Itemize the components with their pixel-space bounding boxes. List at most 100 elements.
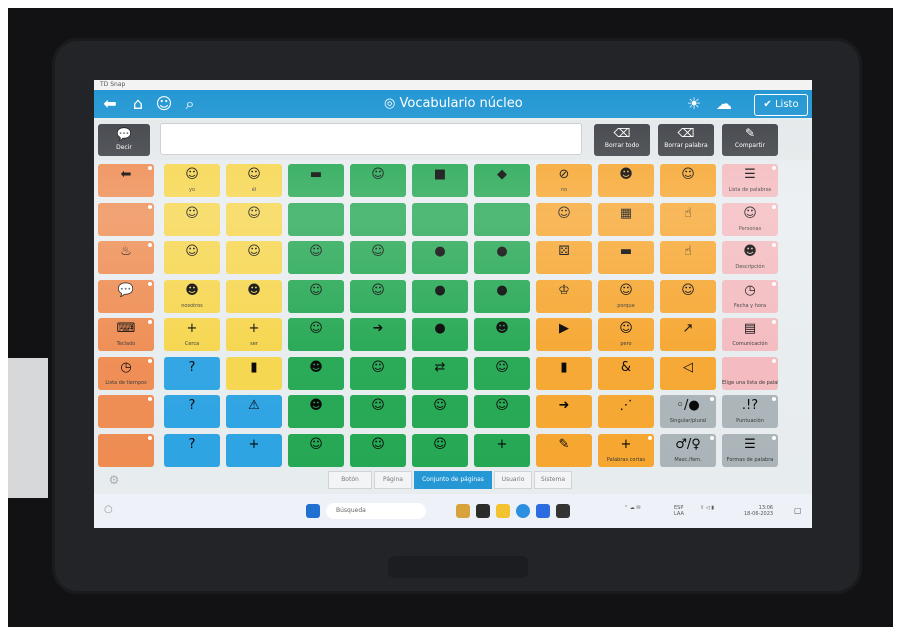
vocab-button[interactable]: ☺ él [226,164,282,197]
start-icon[interactable] [306,504,320,518]
vocab-button[interactable]: ● [474,241,530,274]
tab-2[interactable]: Conjunto de páginas [414,471,492,489]
vocab-button[interactable]: ● [412,241,468,274]
vocab-button[interactable]: Elige una lista de palabras [722,356,778,390]
tab-4[interactable]: Sistema [534,471,572,489]
vocab-button[interactable]: ➜ [350,318,406,351]
vocab-button[interactable]: ☰ Formas de palabra [722,433,778,467]
vocab-button[interactable]: ? [164,433,220,467]
vocab-button[interactable]: ➜ [536,395,592,428]
vocab-button[interactable]: ▮ [226,356,282,390]
search-icon[interactable]: ⌕ [180,94,200,114]
tab-0[interactable]: Botón [328,471,372,489]
vocab-button[interactable]: ☺ pero [598,318,654,351]
vocab-button[interactable]: ☺ [474,356,530,390]
vocab-button[interactable]: + Palabras cortas [598,433,654,467]
share-button[interactable]: ✎ Compartir [722,124,778,156]
vocab-button[interactable]: ● [412,318,468,351]
vocab-button[interactable]: ☺ [288,279,344,313]
clock[interactable]: 13:06 18-06-2023 [744,505,773,517]
vocab-button[interactable]: ☺ [288,241,344,274]
vocab-button[interactable]: ◆ [474,164,530,197]
vocab-button[interactable]: ☺ [660,164,716,197]
edge-icon[interactable] [516,504,530,518]
vocab-button[interactable]: .!? Puntuación [722,395,778,428]
vocab-button[interactable]: ☻ [288,356,344,390]
vocab-button[interactable]: ◷ Fecha y hora [722,279,778,313]
taskbar-search[interactable]: Búsqueda [326,503,426,519]
vocab-button[interactable]: & [598,356,654,390]
vocab-button[interactable]: ● [412,279,468,313]
vocab-button[interactable]: ☝ [660,202,716,236]
folder-icon[interactable] [496,504,510,518]
vocab-button[interactable]: ☺ [350,279,406,313]
vocab-button[interactable]: ◦/● Singular/plural [660,395,716,428]
photos-icon[interactable] [456,504,470,518]
vocab-button[interactable]: ⌨ Teclado [98,318,154,351]
vocab-button[interactable]: ☺ [536,202,592,236]
cloud-sync-icon[interactable]: ☁ [714,94,734,114]
vocab-button[interactable]: ☺ [412,395,468,428]
vocab-button[interactable]: ⚠ [226,395,282,428]
vocab-button[interactable] [98,395,154,428]
vocab-button[interactable]: ☰ Lista de palabras [722,164,778,197]
vocab-button[interactable]: ☺ [350,433,406,467]
store-icon[interactable] [536,504,550,518]
vocab-button[interactable]: ☻ Descripción [722,241,778,274]
vocab-button[interactable]: ☺ porque [598,279,654,313]
vocab-button[interactable]: ▤ Comunicación [722,318,778,351]
vocab-button[interactable]: ☺ [350,241,406,274]
vocab-button[interactable]: + [474,433,530,467]
vocab-button[interactable]: ▬ [288,164,344,197]
vocab-button[interactable] [98,433,154,467]
network-volume-battery[interactable]: ⇪ ◁ ▮ [700,505,714,511]
widgets-icon[interactable]: ○ [104,504,118,518]
delete-word-button[interactable]: ⌫ Borrar palabra [658,124,714,156]
vocab-button[interactable]: ☝ [660,241,716,274]
notifications-icon[interactable]: ▢ [794,506,802,515]
vocab-button[interactable]: ↗ [660,318,716,351]
vocab-button[interactable] [98,202,154,236]
vocab-button[interactable]: ☺ [350,395,406,428]
speak-button[interactable]: 💬 Decir [98,124,150,156]
vocab-button[interactable] [288,202,344,236]
td-snap-icon[interactable] [556,504,570,518]
vocab-button[interactable]: ◷ Lista de tiempos [98,356,154,390]
vocab-button[interactable]: ☻ [226,279,282,313]
vocab-button[interactable]: ☺ [412,433,468,467]
vocab-button[interactable]: ▮ [536,356,592,390]
vocab-button[interactable]: ☺ yo [164,164,220,197]
vocab-button[interactable]: + Cerca [164,318,220,351]
vocab-button[interactable]: ⋰ [598,395,654,428]
vocab-button[interactable] [474,202,530,236]
language-indicator[interactable]: ESP LAA [674,505,684,517]
vocab-button[interactable]: ☺ [164,241,220,274]
vocab-button[interactable]: ☺ [164,202,220,236]
vocab-button[interactable]: ☺ Personas [722,202,778,236]
vocab-button[interactable]: ⚄ [536,241,592,274]
vocab-button[interactable]: ☺ [226,241,282,274]
settings-icon[interactable]: ⚙ [104,470,124,490]
home-icon[interactable]: ⌂ [128,94,148,114]
vocab-button[interactable]: ◁ [660,356,716,390]
vocab-button[interactable]: ☺ [350,164,406,197]
vocab-button[interactable]: ⊘ no [536,164,592,197]
vocab-button[interactable]: + [226,433,282,467]
back-arrow-icon[interactable]: ⬅ [100,94,120,114]
vocab-button[interactable]: ♔ [536,279,592,313]
vocab-button[interactable]: ♨ [98,241,154,274]
vocab-button[interactable]: ☺ [660,279,716,313]
vocab-button[interactable]: ▦ [598,202,654,236]
tray-icons[interactable]: ⌃ ☁ ✉ [624,505,641,511]
profile-icon[interactable]: ☺ [154,94,174,114]
vocab-button[interactable]: ☻ [474,318,530,351]
vocab-button[interactable]: + ser [226,318,282,351]
vocab-button[interactable]: ⬅ [98,164,154,197]
message-bar[interactable] [160,123,582,155]
vocab-button[interactable]: ☺ [288,433,344,467]
vocab-button[interactable]: ☻ [598,164,654,197]
clear-all-button[interactable]: ⌫ Borrar todo [594,124,650,156]
vocab-button[interactable]: ▶ [536,318,592,351]
vocab-button[interactable] [350,202,406,236]
vocab-button[interactable]: ☻ [288,395,344,428]
